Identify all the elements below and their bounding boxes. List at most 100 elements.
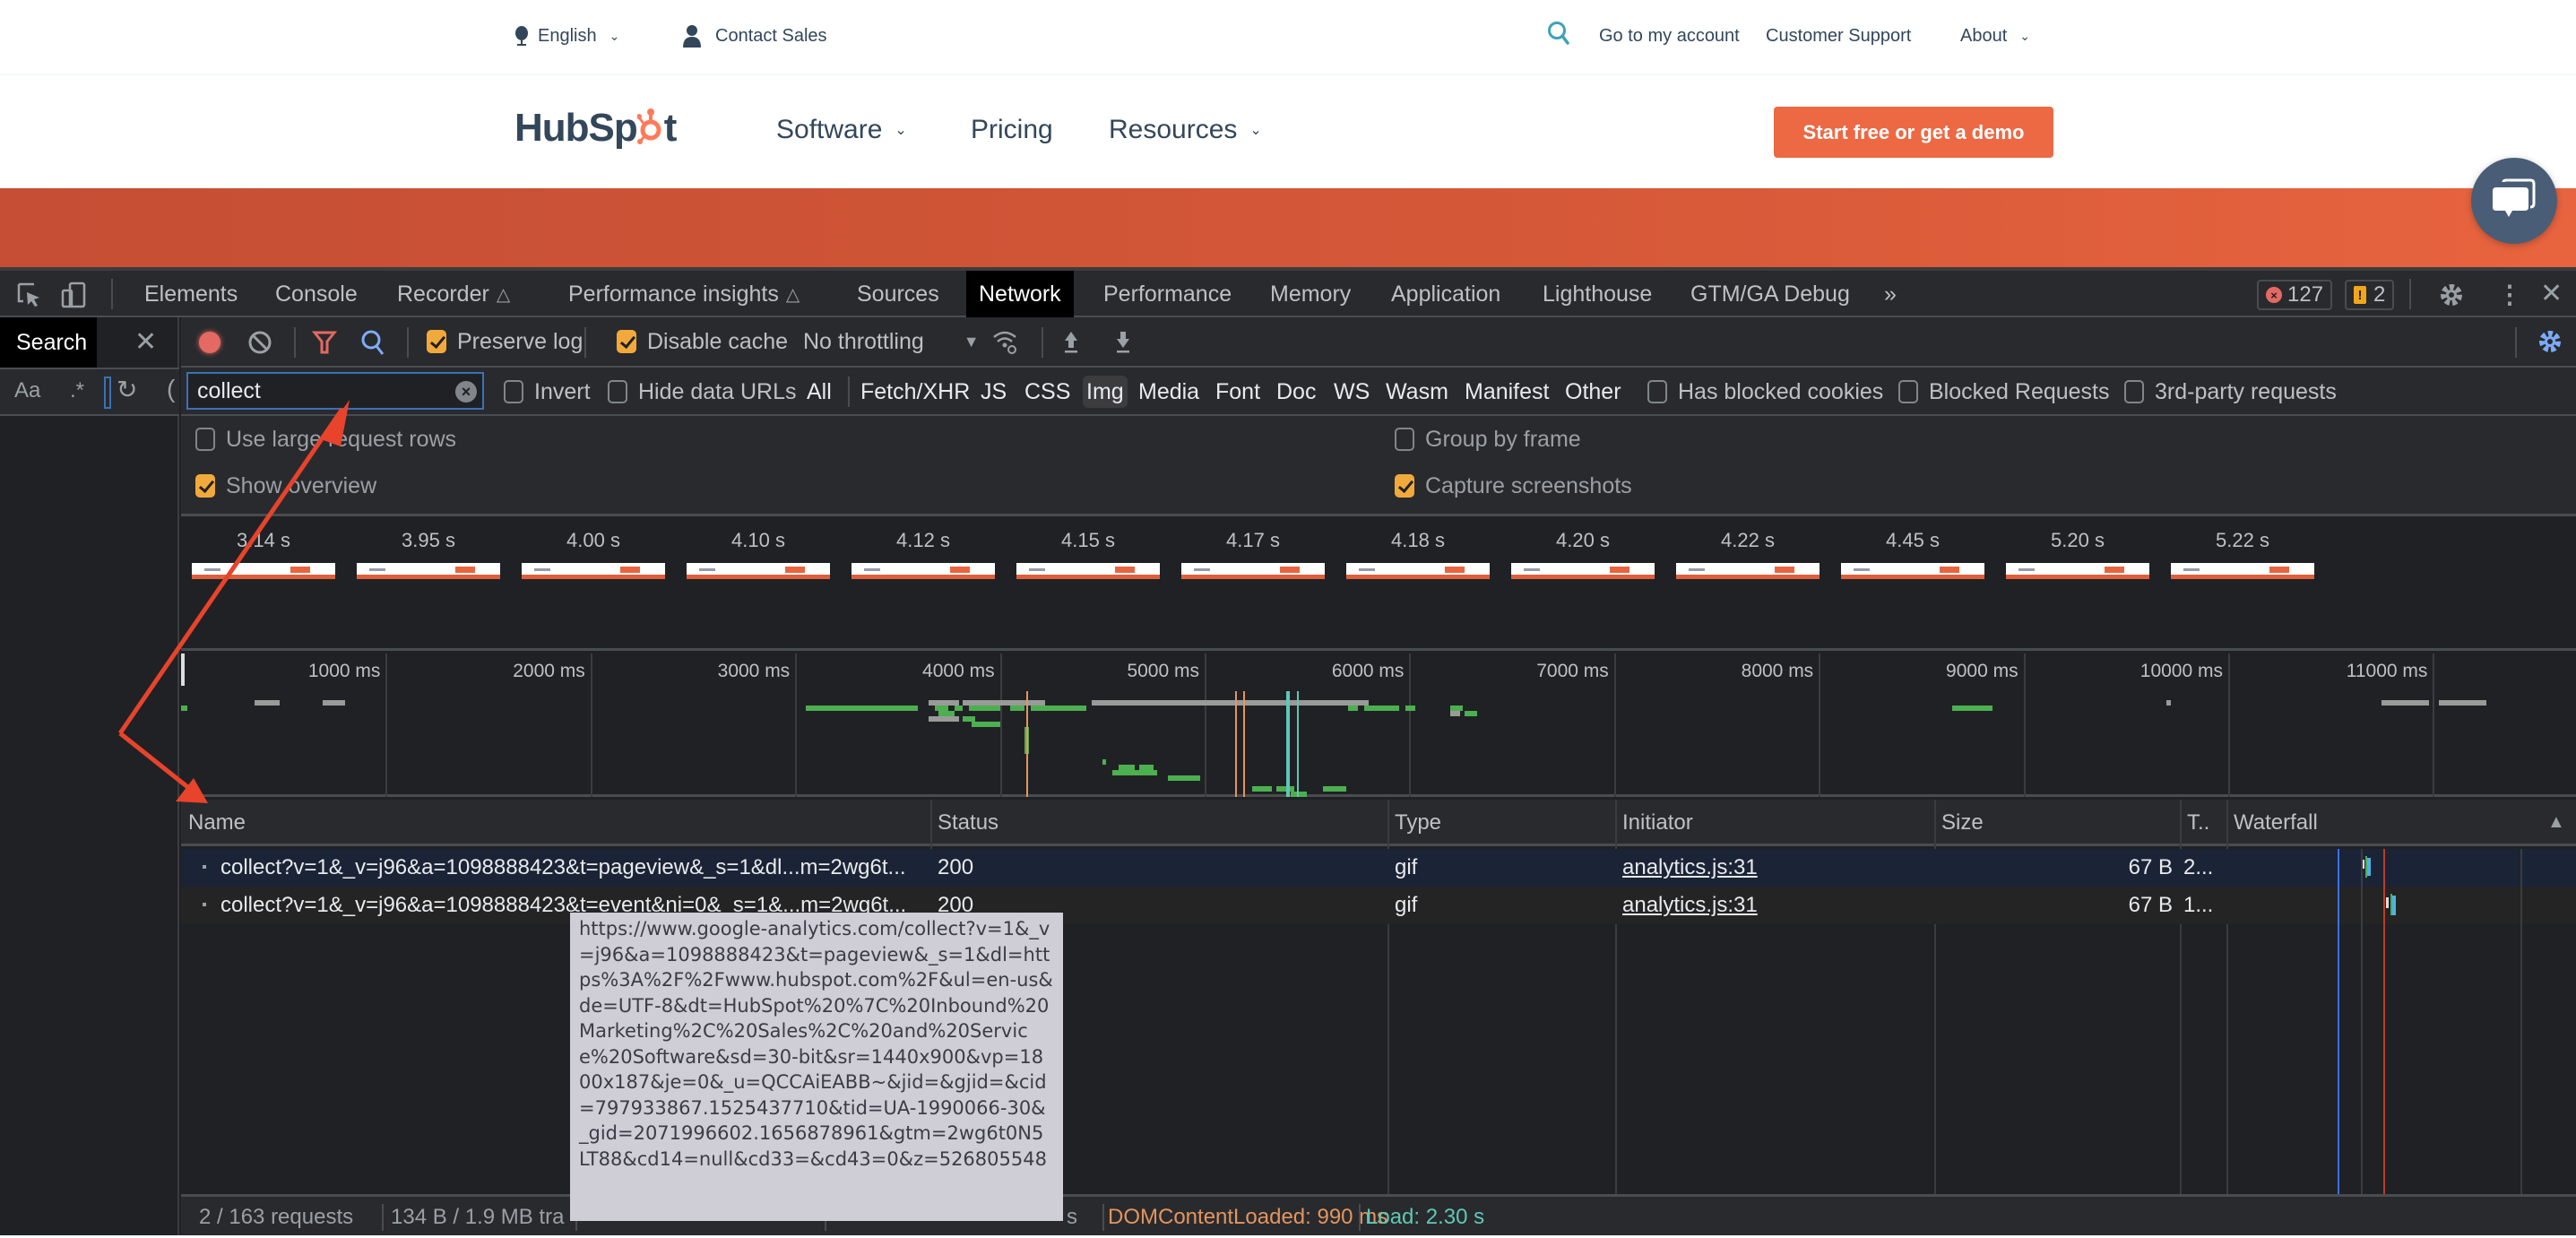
table-row[interactable]: collect?v=1&_v=j96&a=1098888423&t=event&…: [181, 887, 2576, 924]
request-initiator-link[interactable]: analytics.js:31: [1615, 849, 1934, 887]
column-header-time[interactable]: T..: [2180, 800, 2209, 846]
nav-software[interactable]: Software ⌄: [776, 115, 907, 145]
customer-support-link[interactable]: Customer Support: [1766, 20, 1911, 52]
tab-label: Performance insights: [568, 281, 779, 307]
tab-sources[interactable]: Sources: [844, 271, 952, 317]
filter-bar: collect × Invert Hide data URLs All Fetc…: [181, 368, 2576, 416]
clear-filter-icon[interactable]: ×: [455, 381, 477, 403]
refresh-icon[interactable]: ↻: [117, 375, 137, 404]
filter-type-font[interactable]: Font: [1212, 376, 1264, 408]
column-header-type[interactable]: Type: [1387, 800, 1441, 846]
overview-gridline: [590, 654, 592, 797]
filter-icon[interactable]: [311, 330, 338, 361]
filter-type-label: Wasm: [1386, 378, 1448, 404]
filter-type-doc[interactable]: Doc: [1273, 376, 1319, 408]
filter-type-wasm[interactable]: Wasm: [1382, 376, 1452, 408]
site-search-button[interactable]: [1547, 20, 1570, 52]
filter-type-css[interactable]: CSS: [1021, 376, 1074, 408]
show-overview-checkbox[interactable]: Show overview: [195, 468, 376, 504]
search-input[interactable]: [104, 377, 111, 409]
group-by-frame-checkbox[interactable]: Group by frame: [1395, 421, 1581, 457]
go-to-account-link[interactable]: Go to my account: [1599, 20, 1740, 52]
large-rows-checkbox[interactable]: Use large request rows: [195, 421, 456, 457]
column-header-waterfall[interactable]: Waterfall: [2226, 800, 2318, 846]
match-case-toggle[interactable]: Aa: [14, 378, 40, 403]
filter-type-img[interactable]: Img: [1083, 376, 1128, 408]
tab-memory[interactable]: Memory: [1258, 271, 1363, 317]
column-header-size[interactable]: Size: [1934, 800, 1984, 846]
contact-sales-link[interactable]: Contact Sales: [683, 20, 827, 52]
clear-icon[interactable]: [247, 330, 272, 361]
filter-type-media[interactable]: Media: [1135, 376, 1203, 408]
errors-badge[interactable]: × 127: [2257, 280, 2333, 310]
nav-pricing[interactable]: Pricing: [971, 115, 1053, 145]
settings-gear-icon[interactable]: [2438, 281, 2465, 315]
tab-label: Performance: [1103, 281, 1232, 307]
tab-lighthouse[interactable]: Lighthouse: [1530, 271, 1664, 317]
start-free-demo-button[interactable]: Start free or get a demo: [1774, 107, 2053, 158]
column-header-status[interactable]: Status: [930, 800, 998, 846]
request-initiator-link[interactable]: analytics.js:31: [1615, 887, 1934, 924]
network-settings-gear-icon[interactable]: [2537, 328, 2563, 361]
tab-gtm-ga-debug[interactable]: GTM/GA Debug: [1678, 271, 1863, 317]
third-party-checkbox[interactable]: 3rd-party requests: [2124, 368, 2337, 416]
export-har-icon[interactable]: [1113, 328, 1133, 361]
network-overview-timeline[interactable]: 1000 ms 2000 ms 3000 ms 4000 ms 5000 ms 6000 …: [181, 654, 2576, 797]
search-tab[interactable]: Search: [0, 317, 97, 368]
blocked-requests-label: Blocked Requests: [1929, 378, 2110, 404]
tab-application[interactable]: Application: [1379, 271, 1513, 317]
close-devtools-icon[interactable]: ✕: [2540, 278, 2563, 309]
tab-console[interactable]: Console: [263, 271, 370, 317]
more-options-icon[interactable]: ⋮: [2497, 280, 2522, 309]
overview-window-handle[interactable]: [181, 654, 185, 686]
filter-input[interactable]: collect ×: [186, 372, 484, 410]
tab-elements[interactable]: Elements: [132, 271, 250, 317]
filter-type-js[interactable]: JS: [977, 376, 1010, 408]
column-header-initiator[interactable]: Initiator: [1615, 800, 1693, 846]
warnings-badge[interactable]: ! 2: [2345, 280, 2395, 310]
invert-checkbox[interactable]: Invert: [504, 368, 591, 416]
close-search-icon[interactable]: ✕: [134, 326, 157, 358]
search-icon[interactable]: [360, 329, 385, 362]
filter-type-manifest[interactable]: Manifest: [1461, 376, 1552, 408]
tab-performance-insights[interactable]: Performance insights △: [556, 271, 812, 317]
device-toolbar-icon[interactable]: [61, 281, 88, 315]
filter-type-label: CSS: [1024, 378, 1071, 404]
capture-screenshots-checkbox[interactable]: Capture screenshots: [1395, 468, 1632, 504]
has-blocked-cookies-checkbox[interactable]: Has blocked cookies: [1647, 368, 1883, 416]
network-conditions-icon[interactable]: [991, 328, 1018, 361]
record-button[interactable]: [199, 332, 220, 353]
regex-toggle[interactable]: .*: [70, 378, 84, 403]
tab-network[interactable]: Network: [966, 271, 1074, 317]
more-tabs-button[interactable]: »: [1871, 271, 1909, 317]
throttling-select[interactable]: No throttling ▼: [803, 317, 980, 366]
filter-type-other[interactable]: Other: [1561, 376, 1625, 408]
language-selector[interactable]: English ⌄: [514, 20, 619, 52]
blocked-requests-checkbox[interactable]: Blocked Requests: [1898, 368, 2110, 416]
tab-recorder[interactable]: Recorder △: [385, 271, 523, 317]
frame-time-label: 5.22 s: [2216, 529, 2269, 551]
column-label: Waterfall: [2234, 810, 2318, 835]
nav-resources[interactable]: Resources ⌄: [1109, 115, 1262, 145]
invert-label: Invert: [534, 378, 591, 404]
request-size: 67 B: [2128, 855, 2173, 879]
inspect-element-icon[interactable]: [16, 281, 43, 315]
about-menu[interactable]: About ⌄: [1960, 20, 2030, 52]
filter-type-ws[interactable]: WS: [1330, 376, 1373, 408]
hubspot-logo[interactable]: HubSp t: [514, 106, 677, 154]
import-har-icon[interactable]: [1061, 328, 1081, 361]
filter-type-all[interactable]: All: [803, 376, 835, 408]
filter-type-fetch-xhr[interactable]: Fetch/XHR: [857, 376, 973, 408]
column-header-name[interactable]: Name: [181, 800, 246, 846]
overview-tick-label: 3000 ms: [717, 661, 791, 681]
chat-widget-button[interactable]: [2471, 158, 2557, 244]
tab-performance[interactable]: Performance: [1091, 271, 1244, 317]
clear-search-icon[interactable]: (: [167, 375, 175, 403]
sort-ascending-icon[interactable]: ▲: [2547, 812, 2565, 833]
hide-data-urls-checkbox[interactable]: Hide data URLs: [608, 368, 796, 416]
disable-cache-checkbox[interactable]: Disable cache: [617, 317, 788, 366]
filter-type-label: Fetch/XHR: [860, 378, 971, 404]
table-row[interactable]: collect?v=1&_v=j96&a=1098888423&t=pagevi…: [181, 849, 2576, 887]
filter-type-label: Media: [1138, 378, 1200, 404]
preserve-log-checkbox[interactable]: Preserve log: [427, 317, 583, 366]
